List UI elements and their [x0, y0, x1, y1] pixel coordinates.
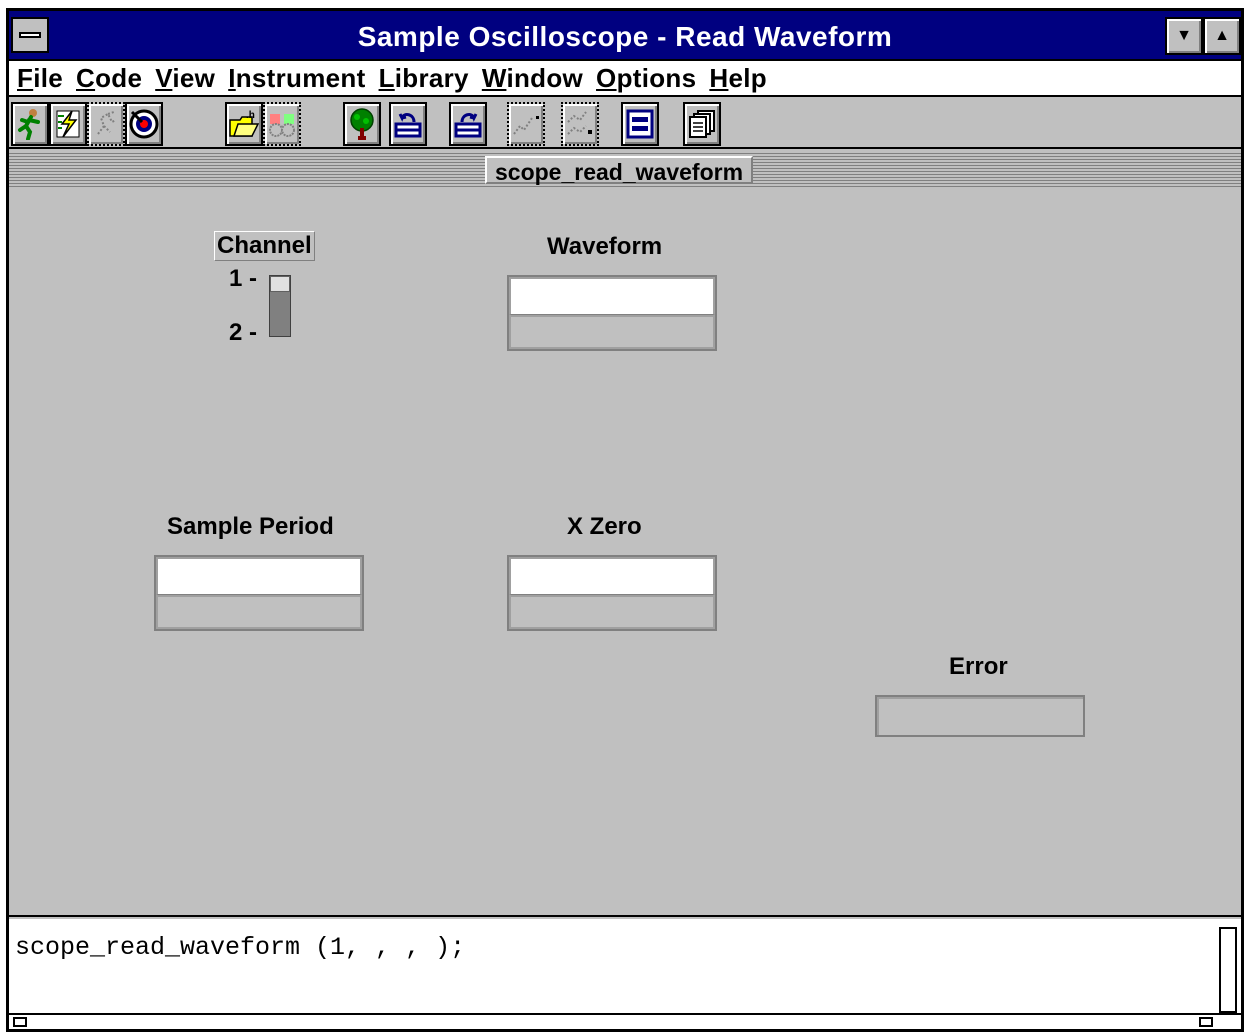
lightning-icon	[56, 110, 80, 138]
channel-slider[interactable]	[269, 275, 291, 337]
upload-icon	[394, 113, 422, 138]
menu-instrument-mnemonic: I	[228, 62, 236, 93]
code-window[interactable]: scope_read_waveform (1, , , );	[9, 919, 1241, 1029]
channel-tick-1: 1 -	[229, 265, 258, 292]
waveform-field	[507, 275, 717, 351]
waveform-label: Waveform	[547, 233, 663, 260]
menu-code[interactable]: Code	[76, 63, 142, 94]
panel-icon	[626, 109, 654, 139]
menu-help-mnemonic: H	[709, 62, 729, 93]
find-button[interactable]	[263, 102, 301, 146]
minimize-button[interactable]: ▼	[1165, 17, 1203, 55]
sample-period-label: Sample Period	[167, 513, 334, 540]
title-bar[interactable]: Sample Oscilloscope - Read Waveform ▼ ▲	[9, 11, 1241, 61]
menu-library-mnemonic: L	[378, 62, 395, 93]
target-button[interactable]	[125, 102, 163, 146]
maximize-button[interactable]: ▲	[1203, 17, 1241, 55]
menu-options-label: ptions	[616, 62, 697, 93]
run-icon	[18, 109, 40, 140]
x-zero-field	[507, 555, 717, 631]
channel-slider-thumb[interactable]	[270, 276, 290, 292]
x-zero-input[interactable]	[509, 557, 715, 595]
menu-window[interactable]: Window	[482, 63, 583, 94]
svg-text:.h: .h	[246, 110, 255, 121]
x-zero-label: X Zero	[567, 513, 642, 540]
sample-period-input[interactable]	[156, 557, 362, 595]
scatter-icon	[513, 116, 539, 135]
menu-file-label: ile	[33, 62, 63, 93]
function-panel: Channel 1 - 2 - Waveform Sample Period X…	[9, 187, 1241, 917]
step-icon	[97, 111, 117, 135]
menu-file[interactable]: File	[17, 63, 63, 94]
vertical-scrollbar[interactable]	[1219, 927, 1237, 1013]
scatter-grid-button[interactable]	[561, 102, 599, 146]
open-folder-icon: .h	[229, 110, 260, 137]
horizontal-scroll-left[interactable]	[13, 1017, 27, 1027]
menu-window-label: indow	[506, 62, 584, 93]
panel-header[interactable]: scope_read_waveform	[9, 153, 1241, 187]
menu-help[interactable]: Help	[709, 63, 767, 94]
menu-code-label: ode	[95, 62, 143, 93]
triangle-down-icon: ▼	[1176, 27, 1192, 44]
waveform-input[interactable]	[509, 277, 715, 315]
open-button[interactable]: .h	[225, 102, 263, 146]
error-field	[875, 695, 1085, 737]
scatter-grid-icon	[567, 111, 592, 135]
window-title: Sample Oscilloscope - Read Waveform	[357, 21, 893, 52]
menu-library[interactable]: Library	[379, 63, 469, 94]
code-text[interactable]: scope_read_waveform (1, , , );	[15, 933, 465, 962]
menu-instrument-label: nstrument	[235, 62, 366, 93]
tree-icon	[350, 108, 374, 140]
menu-view-label: iew	[172, 62, 216, 93]
step-button[interactable]	[87, 102, 125, 146]
menu-options[interactable]: Options	[596, 63, 696, 94]
menu-instrument[interactable]: Instrument	[228, 63, 365, 94]
run-button[interactable]	[11, 102, 49, 146]
waveform-output	[509, 315, 715, 349]
channel-tick-2-value: 2	[229, 319, 243, 346]
toolbar: .h	[9, 99, 1241, 149]
vertical-scrollbar-thumb[interactable]	[1221, 929, 1235, 1011]
menu-view[interactable]: View	[155, 63, 215, 94]
menu-window-mnemonic: W	[481, 62, 507, 93]
menu-library-label: ibrary	[394, 62, 469, 93]
lightning-button[interactable]	[49, 102, 87, 146]
copy-pages-icon	[689, 110, 715, 138]
download-icon	[454, 113, 482, 138]
panel-button[interactable]	[621, 102, 659, 146]
menu-view-mnemonic: V	[155, 62, 173, 93]
horizontal-scroll-right[interactable]	[1199, 1017, 1213, 1027]
target-icon	[129, 109, 159, 139]
menu-help-label: elp	[728, 62, 767, 93]
download-button[interactable]	[449, 102, 487, 146]
menu-code-mnemonic: C	[76, 62, 96, 93]
triangle-up-icon: ▲	[1214, 27, 1230, 44]
menu-bar: File Code View Instrument Library Window…	[9, 61, 1241, 97]
panel-title: scope_read_waveform	[485, 156, 754, 185]
menu-options-mnemonic: O	[596, 62, 617, 93]
menu-file-mnemonic: F	[17, 62, 34, 93]
sample-period-field	[154, 555, 364, 631]
binoculars-icon	[269, 114, 295, 137]
channel-tick-1-value: 1	[229, 265, 243, 292]
error-label: Error	[949, 653, 1008, 680]
scatter-button[interactable]	[507, 102, 545, 146]
tree-button[interactable]	[343, 102, 381, 146]
main-window: Sample Oscilloscope - Read Waveform ▼ ▲ …	[6, 8, 1244, 1032]
upload-button[interactable]	[389, 102, 427, 146]
channel-tick-2: 2 -	[229, 319, 258, 346]
channel-label: Channel	[214, 231, 315, 261]
x-zero-output	[509, 595, 715, 629]
copy-pages-button[interactable]	[683, 102, 721, 146]
sample-period-output	[156, 595, 362, 629]
horizontal-scrollbar[interactable]	[9, 1013, 1241, 1029]
